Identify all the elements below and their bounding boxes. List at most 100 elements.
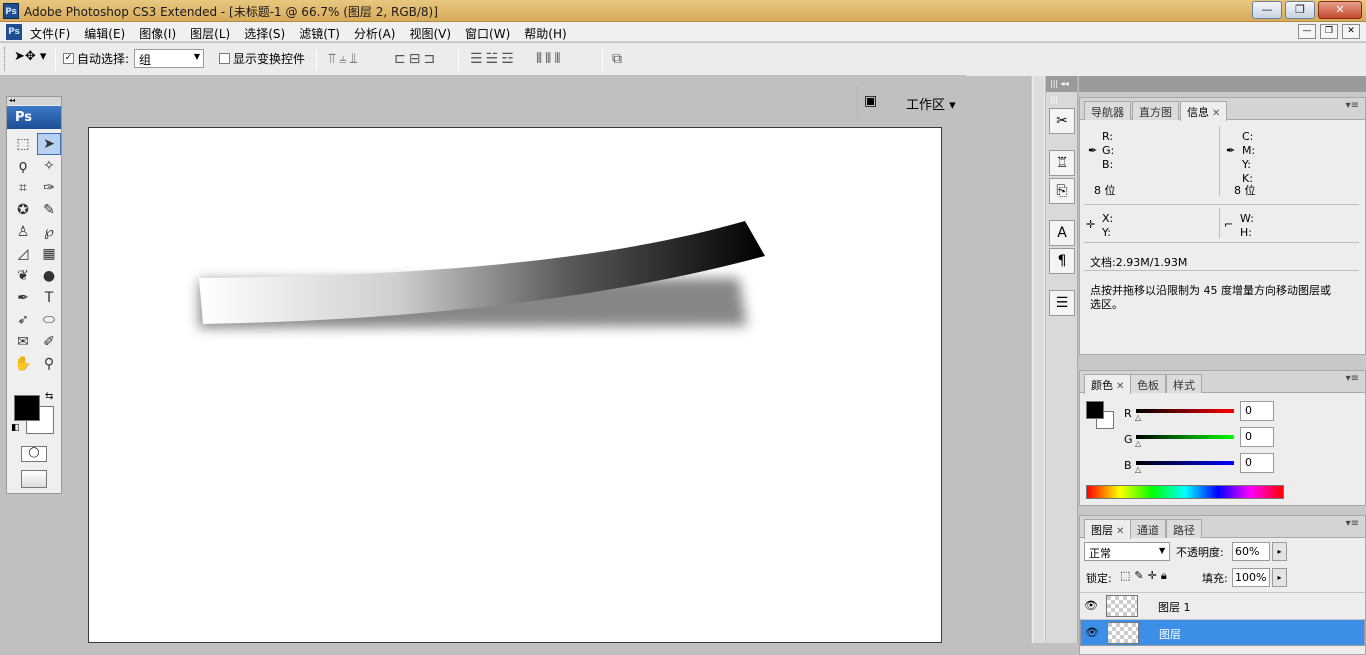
- eraser-tool-icon[interactable]: ◿: [11, 243, 35, 265]
- tools-panel-icon[interactable]: ✂: [1049, 108, 1075, 134]
- eyedropper-slice-icon[interactable]: ✑: [37, 177, 61, 199]
- photoshop-app-icon[interactable]: Ps: [3, 3, 19, 19]
- opacity-slider-button[interactable]: ▸: [1272, 542, 1287, 561]
- tab-info[interactable]: 信息 ✕: [1180, 101, 1228, 121]
- foreground-swatch[interactable]: [1086, 401, 1104, 419]
- show-transform-checkbox[interactable]: [219, 53, 230, 64]
- auto-select-checkbox[interactable]: ✓: [63, 53, 74, 64]
- doc-restore-button[interactable]: ❐: [1320, 24, 1338, 39]
- panel-menu-icon[interactable]: ▾≡: [1346, 373, 1359, 384]
- eyedropper-tool-icon[interactable]: ✐: [37, 331, 61, 353]
- foreground-color-swatch[interactable]: [14, 395, 40, 421]
- move-tool-icon[interactable]: ➤: [37, 133, 61, 155]
- path-select-icon[interactable]: ➶: [11, 309, 35, 331]
- magic-wand-tool-icon[interactable]: ✧: [37, 155, 61, 177]
- toolbox-header[interactable]: ◂◂: [7, 97, 61, 105]
- red-value-input[interactable]: 0: [1240, 401, 1274, 421]
- swap-colors-icon[interactable]: ⇆: [45, 391, 53, 402]
- maximize-button[interactable]: ❐: [1285, 1, 1315, 19]
- clone-stamp-icon[interactable]: ♙: [11, 221, 35, 243]
- close-icon[interactable]: ✕: [1212, 108, 1220, 119]
- tab-histogram[interactable]: 直方图: [1132, 101, 1179, 120]
- slider-thumb[interactable]: △: [1135, 439, 1141, 448]
- blue-value-input[interactable]: 0: [1240, 453, 1274, 473]
- pen-tool-icon[interactable]: ✒: [11, 287, 35, 309]
- notes-tool-icon[interactable]: ✉: [11, 331, 35, 353]
- shape-tool-icon[interactable]: ⬭: [37, 309, 61, 331]
- document-icon[interactable]: Ps: [6, 24, 22, 40]
- options-grip[interactable]: [4, 47, 7, 71]
- tab-channels[interactable]: 通道: [1130, 519, 1166, 538]
- eye-icon[interactable]: 👁︎: [1084, 599, 1098, 612]
- dodge-tool-icon[interactable]: ●: [37, 265, 61, 287]
- opacity-input[interactable]: 60%: [1232, 542, 1270, 561]
- menu-select[interactable]: 选择(S): [244, 25, 285, 42]
- distribute-top-icons[interactable]: ☰☱☲: [470, 51, 517, 67]
- auto-align-icon[interactable]: ⧉: [612, 51, 625, 67]
- blur-tool-icon[interactable]: ❦: [11, 265, 35, 287]
- slider-thumb[interactable]: △: [1135, 413, 1141, 422]
- menu-image[interactable]: 图像(I): [139, 25, 176, 42]
- actions-panel-icon[interactable]: ⎘: [1049, 178, 1075, 204]
- close-icon[interactable]: ✕: [1116, 526, 1124, 537]
- minimize-button[interactable]: —: [1252, 1, 1282, 19]
- distribute-left-icons[interactable]: ⦀⦀⦀: [536, 51, 563, 67]
- lasso-tool-icon[interactable]: ϙ: [11, 155, 35, 177]
- menu-analysis[interactable]: 分析(A): [354, 25, 396, 42]
- blue-slider[interactable]: [1136, 461, 1234, 465]
- bridge-icon[interactable]: ▣: [864, 93, 877, 109]
- auto-select-dropdown[interactable]: 组 ▼: [134, 49, 204, 68]
- type-tool-icon[interactable]: T: [37, 287, 61, 309]
- workspace-menu[interactable]: 工作区 ▾: [906, 94, 956, 113]
- panel-menu-icon[interactable]: ▾≡: [1346, 100, 1359, 111]
- history-panel-icon[interactable]: ♖: [1049, 150, 1075, 176]
- blend-mode-dropdown[interactable]: 正常 ▼: [1084, 542, 1170, 561]
- dock-collapse-icon[interactable]: ||| ◂◂ |||: [1046, 76, 1077, 104]
- doc-close-button[interactable]: ✕: [1342, 24, 1360, 39]
- layer-comps-icon[interactable]: ☰: [1049, 290, 1075, 316]
- menu-filter[interactable]: 滤镜(T): [299, 25, 340, 42]
- quick-mask-button[interactable]: ◯: [21, 446, 47, 462]
- lock-icons[interactable]: ⬚✎✛🔒︎: [1120, 569, 1171, 583]
- green-value-input[interactable]: 0: [1240, 427, 1274, 447]
- menu-edit[interactable]: 编辑(E): [84, 25, 125, 42]
- panel-grip[interactable]: [1079, 76, 1366, 92]
- healing-brush-icon[interactable]: ✪: [11, 199, 35, 221]
- menu-layer[interactable]: 图层(L): [190, 25, 230, 42]
- tab-navigator[interactable]: 导航器: [1084, 101, 1131, 120]
- slider-thumb[interactable]: △: [1135, 465, 1141, 474]
- hand-tool-icon[interactable]: ✋: [11, 353, 35, 375]
- menu-view[interactable]: 视图(V): [409, 25, 451, 42]
- gradient-tool-icon[interactable]: ▦: [37, 243, 61, 265]
- marquee-tool-icon[interactable]: ⬚: [11, 133, 35, 155]
- color-spectrum-bar[interactable]: [1086, 485, 1284, 499]
- layer-row[interactable]: 👁︎ 图层 1: [1080, 592, 1365, 619]
- tab-color[interactable]: 颜色 ✕: [1084, 374, 1132, 394]
- menu-help[interactable]: 帮助(H): [524, 25, 566, 42]
- align-left-icons[interactable]: ⊏⊟⊐: [394, 51, 438, 67]
- menu-file[interactable]: 文件(F): [30, 25, 70, 42]
- screen-mode-button[interactable]: [21, 470, 47, 488]
- fill-input[interactable]: 100%: [1232, 568, 1270, 587]
- tab-swatches[interactable]: 色板: [1130, 374, 1166, 393]
- default-colors-icon[interactable]: ◧: [11, 423, 20, 433]
- fill-slider-button[interactable]: ▸: [1272, 568, 1287, 587]
- red-slider[interactable]: [1136, 409, 1234, 413]
- close-button[interactable]: ✕: [1318, 1, 1362, 19]
- align-top-icons[interactable]: ⫪⫨⫫: [328, 51, 361, 67]
- tab-layers[interactable]: 图层 ✕: [1084, 519, 1132, 539]
- move-tool-icon[interactable]: ➤✥ ▾: [14, 49, 46, 64]
- tab-styles[interactable]: 样式: [1166, 374, 1202, 393]
- zoom-tool-icon[interactable]: ⚲: [37, 353, 61, 375]
- eye-icon[interactable]: 👁︎: [1085, 626, 1099, 639]
- doc-minimize-button[interactable]: —: [1298, 24, 1316, 39]
- menu-window[interactable]: 窗口(W): [465, 25, 510, 42]
- green-slider[interactable]: [1136, 435, 1234, 439]
- history-brush-icon[interactable]: ℘: [37, 221, 61, 243]
- character-panel-icon[interactable]: A: [1049, 220, 1075, 246]
- paragraph-panel-icon[interactable]: ¶: [1049, 248, 1075, 274]
- scrollbar-thumb[interactable]: [1034, 76, 1044, 643]
- vertical-scrollbar[interactable]: [1031, 76, 1045, 643]
- layer-row-selected[interactable]: 👁︎ 图层: [1080, 619, 1365, 646]
- panel-menu-icon[interactable]: ▾≡: [1346, 518, 1359, 529]
